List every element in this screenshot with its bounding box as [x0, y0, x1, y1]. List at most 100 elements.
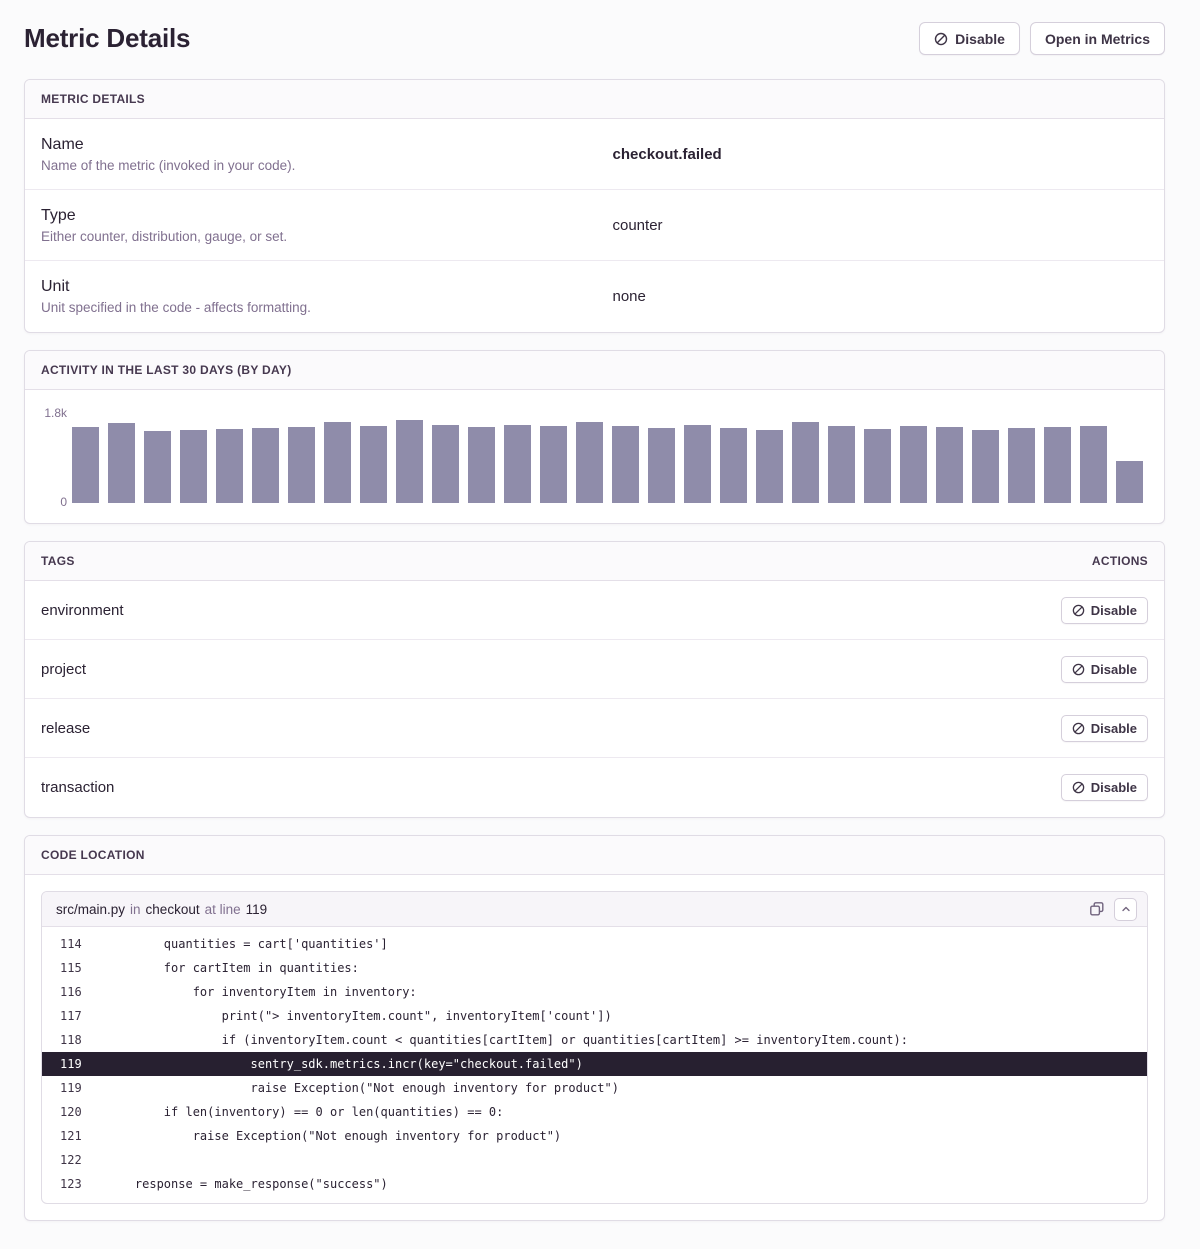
chart-bar [72, 427, 99, 503]
code-file-path: src/main.py [56, 902, 125, 917]
chart-bar [648, 428, 675, 503]
tag-row-transaction: transaction Disable [25, 758, 1164, 817]
disable-tag-project-button[interactable]: Disable [1061, 656, 1148, 683]
chart-bar [720, 428, 747, 503]
open-in-metrics-button[interactable]: Open in Metrics [1030, 22, 1165, 55]
y-axis-tick-min: 0 [60, 496, 67, 508]
chart-bar [576, 422, 603, 503]
line-number: 114 [42, 932, 106, 956]
code-line: 115 for cartItem in quantities: [42, 956, 1147, 980]
chart-bar [540, 426, 567, 503]
tags-column-header: TAGS [41, 554, 75, 568]
code-line: 114 quantities = cart['quantities'] [42, 932, 1147, 956]
chart-bar [504, 425, 531, 503]
code-in-word: in [130, 902, 141, 917]
code-at-line-word: at line [205, 902, 241, 917]
chart-bar [936, 427, 963, 503]
copy-code-button[interactable] [1087, 899, 1107, 919]
line-text: for inventoryItem in inventory: [106, 980, 417, 1004]
bar-chart-bars [72, 413, 1143, 503]
chart-bar [396, 420, 423, 503]
chart-bar [432, 425, 459, 503]
disable-tag-transaction-button[interactable]: Disable [1061, 774, 1148, 801]
metric-details-page: Metric Details Disable Open in Metrics M… [0, 0, 1200, 1249]
tag-name: environment [41, 602, 124, 619]
metric-details-panel-header: METRIC DETAILS [25, 80, 1164, 119]
tag-row-release: release Disable [25, 699, 1164, 758]
y-axis-tick-max: 1.8k [44, 407, 67, 419]
ban-icon [1072, 781, 1085, 794]
disable-tag-release-button[interactable]: Disable [1061, 715, 1148, 742]
detail-label-block: Type Either counter, distribution, gauge… [41, 207, 595, 244]
chart-bar [180, 430, 207, 503]
chart-bar [360, 426, 387, 503]
detail-row-type: Type Either counter, distribution, gauge… [25, 190, 1164, 261]
detail-row-unit: Unit Unit specified in the code - affect… [25, 261, 1164, 332]
code-block: src/main.py in checkout at line 119 114 … [41, 891, 1148, 1204]
tag-row-project: project Disable [25, 640, 1164, 699]
chart-bar [972, 430, 999, 503]
chart-bar [900, 426, 927, 503]
collapse-code-button[interactable] [1114, 898, 1137, 921]
chart-bar [756, 430, 783, 503]
code-line: 122 [42, 1148, 1147, 1172]
disable-tag-label: Disable [1091, 603, 1137, 618]
metric-details-panel-title: METRIC DETAILS [41, 92, 145, 106]
code-block-header: src/main.py in checkout at line 119 [42, 892, 1147, 927]
line-text: response = make_response("success") [106, 1172, 388, 1196]
tag-name: project [41, 661, 86, 678]
detail-description: Unit specified in the code - affects for… [41, 300, 595, 315]
disable-tag-environment-button[interactable]: Disable [1061, 597, 1148, 624]
tag-row-environment: environment Disable [25, 581, 1164, 640]
activity-panel-header: ACTIVITY IN THE LAST 30 DAYS (BY DAY) [25, 351, 1164, 390]
line-text: raise Exception("Not enough inventory fo… [106, 1076, 619, 1100]
tag-name: release [41, 720, 90, 737]
open-in-metrics-label: Open in Metrics [1045, 31, 1150, 47]
line-number: 117 [42, 1004, 106, 1028]
page-title: Metric Details [24, 23, 190, 54]
code-line: 119 raise Exception("Not enough inventor… [42, 1076, 1147, 1100]
chart-bar [684, 425, 711, 503]
line-number: 120 [42, 1100, 106, 1124]
detail-label-block: Unit Unit specified in the code - affect… [41, 278, 595, 315]
ban-icon [1072, 722, 1085, 735]
disable-metric-button[interactable]: Disable [919, 22, 1020, 55]
code-location-panel: CODE LOCATION src/main.py in checkout at… [24, 835, 1165, 1221]
line-number: 118 [42, 1028, 106, 1052]
actions-column-header: ACTIONS [1092, 554, 1148, 568]
ban-icon [1072, 604, 1085, 617]
chart-bar [792, 422, 819, 503]
code-line-highlighted: 119 sentry_sdk.metrics.incr(key="checkou… [42, 1052, 1147, 1076]
line-text: sentry_sdk.metrics.incr(key="checkout.fa… [106, 1052, 583, 1076]
metric-type-value: counter [595, 217, 1149, 234]
chart-bar [108, 423, 135, 503]
detail-label: Unit [41, 278, 595, 296]
metric-details-panel: METRIC DETAILS Name Name of the metric (… [24, 79, 1165, 333]
tags-panel-header: TAGS ACTIONS [25, 542, 1164, 581]
chart-bar [252, 428, 279, 503]
chart-bar [144, 431, 171, 503]
chart-bar [324, 422, 351, 503]
detail-description: Either counter, distribution, gauge, or … [41, 229, 595, 244]
code-line: 120 if len(inventory) == 0 or len(quanti… [42, 1100, 1147, 1124]
line-number: 122 [42, 1148, 106, 1172]
code-line: 118 if (inventoryItem.count < quantities… [42, 1028, 1147, 1052]
detail-label-block: Name Name of the metric (invoked in your… [41, 136, 595, 173]
metric-name-value: checkout.failed [595, 146, 1149, 163]
ban-icon [1072, 663, 1085, 676]
code-location-panel-header: CODE LOCATION [25, 836, 1164, 875]
line-text: raise Exception("Not enough inventory fo… [106, 1124, 561, 1148]
chart-bar [1044, 427, 1071, 503]
chart-y-axis: 1.8k 0 [41, 413, 67, 503]
code-line: 117 print("> inventoryItem.count", inven… [42, 1004, 1147, 1028]
header-actions: Disable Open in Metrics [919, 22, 1165, 55]
detail-description: Name of the metric (invoked in your code… [41, 158, 595, 173]
chart-bar [612, 426, 639, 503]
detail-label: Name [41, 136, 595, 154]
page-header: Metric Details Disable Open in Metrics [24, 22, 1165, 55]
detail-label: Type [41, 207, 595, 225]
code-line: 123 response = make_response("success") [42, 1172, 1147, 1196]
disable-button-label: Disable [955, 31, 1005, 47]
line-text: if len(inventory) == 0 or len(quantities… [106, 1100, 503, 1124]
ban-icon [934, 32, 948, 46]
